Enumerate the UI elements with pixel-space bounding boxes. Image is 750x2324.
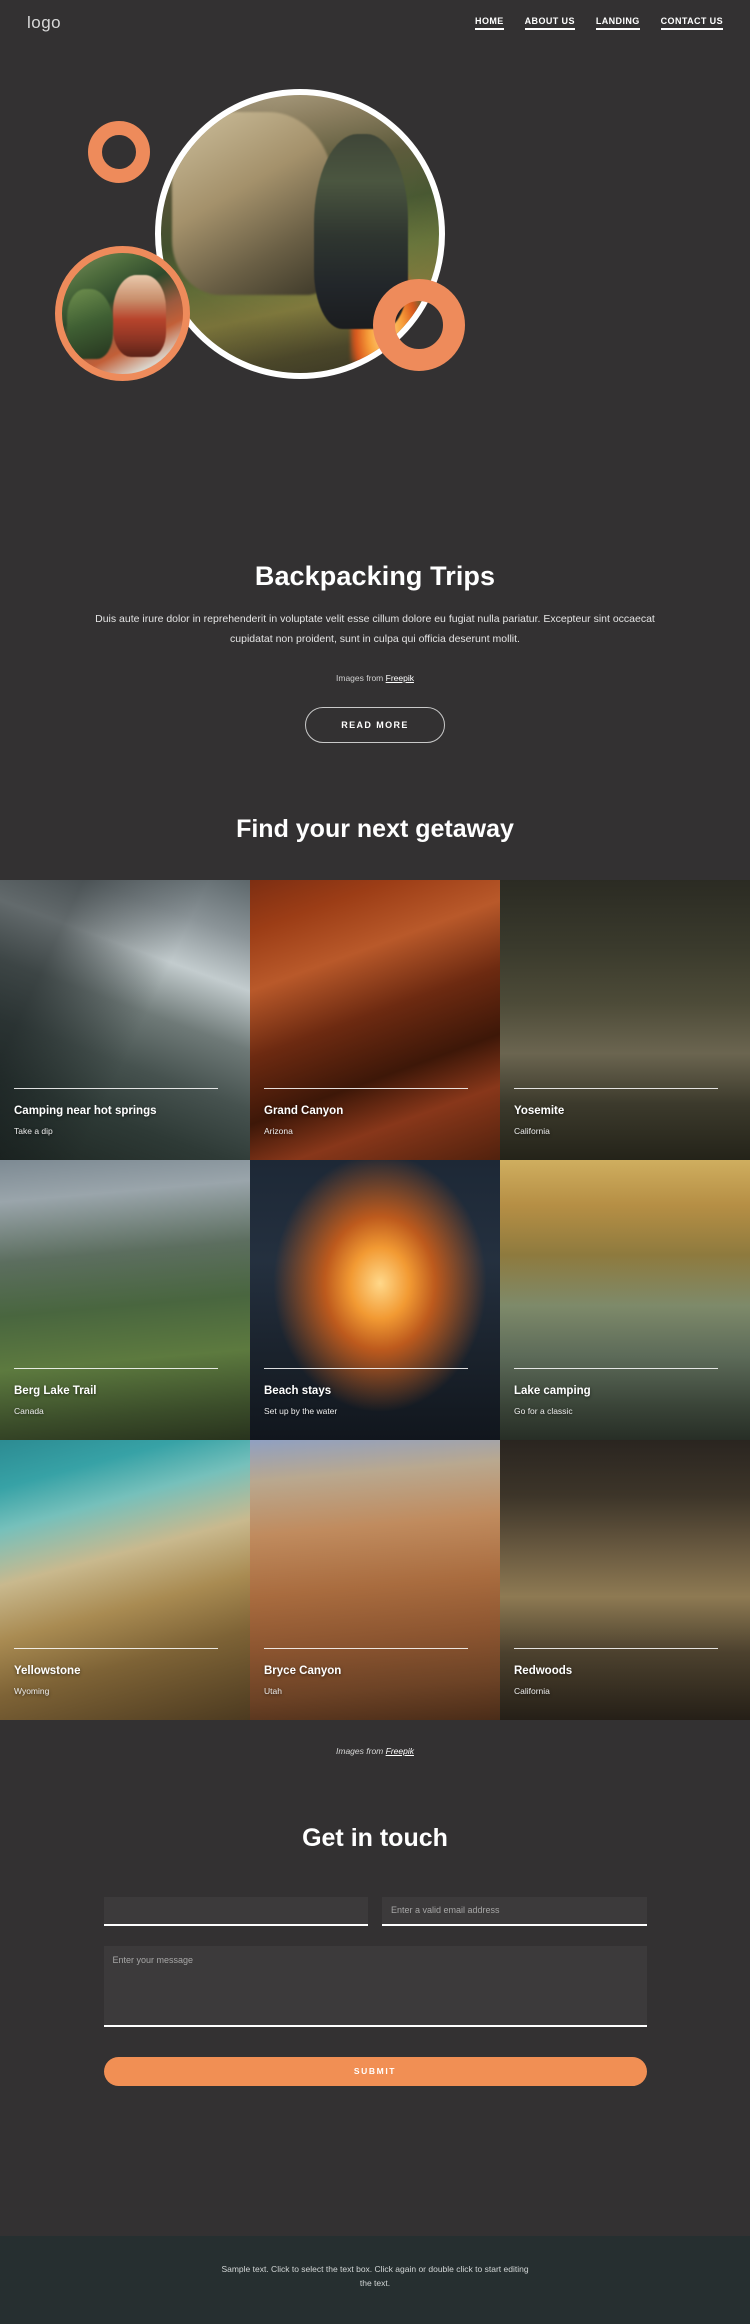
contact-form: SUBMIT [103,1896,647,2086]
hero-text-block: Backpacking Trips Duis aute irure dolor … [0,561,750,743]
tile-subtitle: Wyoming [14,1685,50,1696]
gallery-image-credit: Images from Freepik [0,1720,750,1766]
decorative-ring-small [88,121,150,183]
tile-subtitle: California [514,1685,550,1696]
tile-rule [264,1087,469,1089]
tile-subtitle: Utah [264,1685,282,1696]
main-navigation: HOME ABOUT US LANDING CONTACT US [475,16,724,30]
tile-title: Grand Canyon [264,1104,344,1117]
tile-caption: Yosemite California [514,1087,736,1136]
tile-caption: Grand Canyon Arizona [264,1087,486,1136]
gallery-heading: Find your next getaway [236,814,514,843]
submit-button[interactable]: SUBMIT [103,2056,647,2086]
name-input[interactable] [103,1896,368,1926]
gallery-tile[interactable]: Berg Lake Trail Canada [0,1159,250,1440]
tile-caption: Berg Lake Trail Canada [14,1367,236,1416]
nav-item-about-us[interactable]: ABOUT US [524,16,576,30]
tile-rule [514,1647,719,1649]
tile-rule [14,1087,219,1089]
gallery-tile[interactable]: Bryce Canyon Utah [250,1439,500,1720]
tile-title: Bryce Canyon [264,1664,342,1677]
tile-rule [264,1647,469,1649]
gallery-credit-prefix: Images from [336,1745,386,1756]
tile-subtitle: Canada [14,1405,44,1416]
tile-caption: Beach stays Set up by the water [264,1367,486,1416]
hero-credit-prefix: Images from [336,672,386,683]
footer-sample-text: Sample text. Click to select the text bo… [221,2264,529,2289]
tile-caption: Lake camping Go for a classic [514,1367,736,1416]
tile-rule [14,1367,219,1369]
gallery-credit-link[interactable]: Freepik [386,1746,414,1756]
tile-caption: Yellowstone Wyoming [14,1647,236,1696]
tile-subtitle: Set up by the water [264,1405,338,1416]
logo[interactable]: logo [27,13,61,33]
hero-collage [0,46,750,561]
gallery-tile[interactable]: Beach stays Set up by the water [250,1159,500,1440]
tile-title: Berg Lake Trail [14,1384,97,1397]
hero-photo-secondary [55,246,190,381]
gallery-tile[interactable]: Camping near hot springs Take a dip [0,879,250,1160]
tile-rule [14,1647,219,1649]
site-footer: Sample text. Click to select the text bo… [0,2236,750,2324]
gallery-tile[interactable]: Yellowstone Wyoming [0,1439,250,1720]
read-more-button[interactable]: READ MORE [305,706,445,743]
tile-caption: Camping near hot springs Take a dip [14,1087,236,1136]
tile-subtitle: Go for a classic [514,1405,573,1416]
tile-subtitle: Arizona [264,1125,293,1136]
tile-rule [514,1087,719,1089]
tile-title: Lake camping [514,1384,591,1397]
message-input[interactable] [103,1945,647,2027]
tile-caption: Redwoods California [514,1647,736,1696]
hero-title: Backpacking Trips [254,561,496,591]
site-header: logo HOME ABOUT US LANDING CONTACT US [0,0,750,46]
tile-rule [514,1367,719,1369]
destination-gallery: Camping near hot springs Take a dip Gran… [0,879,750,1720]
nav-item-home[interactable]: HOME [475,16,504,30]
decorative-ring-large [373,279,465,371]
tile-title: Yellowstone [14,1664,81,1677]
tile-title: Yosemite [514,1104,565,1117]
gallery-tile[interactable]: Lake camping Go for a classic [500,1159,750,1440]
tile-rule [264,1367,469,1369]
tile-subtitle: California [514,1125,550,1136]
contact-title: Get in touch [302,1823,448,1852]
contact-section: Get in touch SUBMIT [0,1766,750,2086]
nav-item-contact-us[interactable]: CONTACT US [660,16,724,30]
tile-title: Camping near hot springs [14,1104,157,1117]
tile-caption: Bryce Canyon Utah [264,1647,486,1696]
hero-credit-link[interactable]: Freepik [386,673,414,683]
tile-subtitle: Take a dip [14,1125,53,1136]
contact-form-row [103,1896,647,1926]
tile-title: Beach stays [264,1384,332,1397]
hero-image-credit: Images from Freepik [48,673,702,683]
gallery-tile[interactable]: Redwoods California [500,1439,750,1720]
nav-item-landing[interactable]: LANDING [595,16,640,30]
hero-paragraph: Duis aute irure dolor in reprehenderit i… [95,613,655,646]
tile-title: Redwoods [514,1664,573,1677]
hero-section [0,46,750,561]
gallery-tile[interactable]: Grand Canyon Arizona [250,879,500,1160]
email-input[interactable] [382,1896,647,1926]
gallery-tile[interactable]: Yosemite California [500,879,750,1160]
